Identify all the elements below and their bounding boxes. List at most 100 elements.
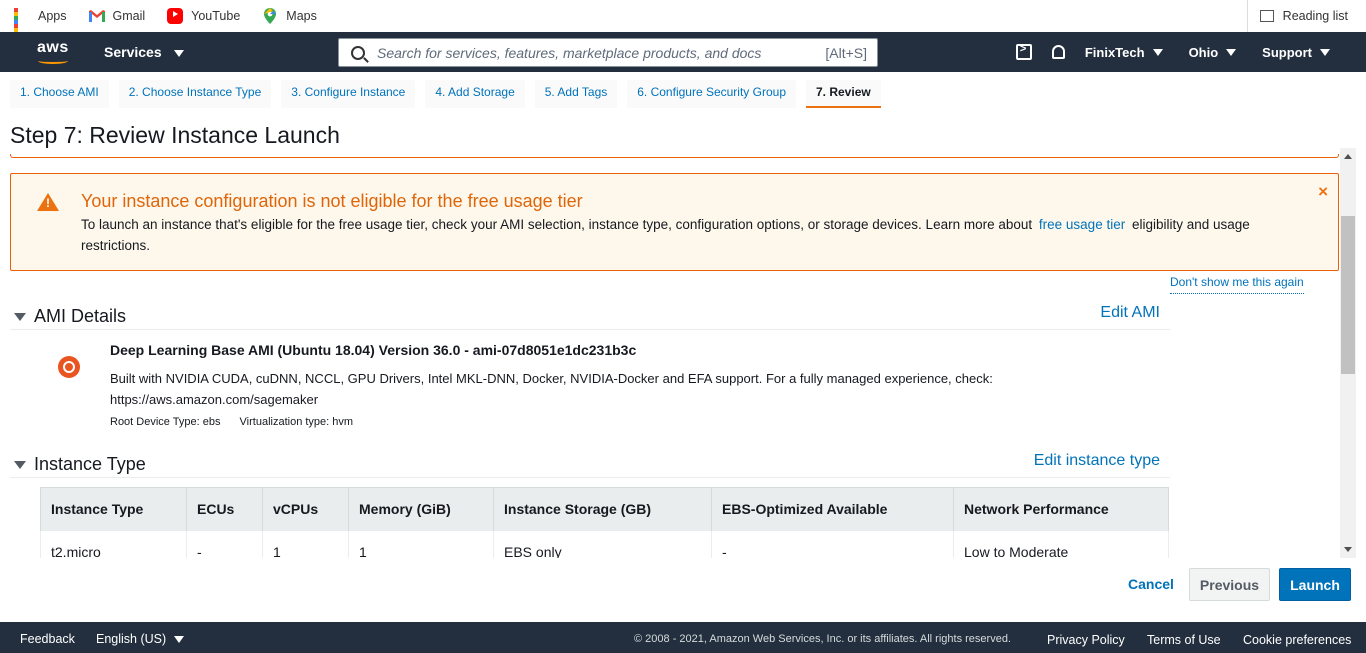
aws-logo[interactable]: aws	[37, 39, 69, 57]
copyright-text: © 2008 - 2021, Amazon Web Services, Inc.…	[634, 633, 1011, 645]
tab-add-tags[interactable]: 5. Add Tags	[534, 80, 618, 108]
language-selector[interactable]: English (US)	[96, 632, 185, 646]
region-menu[interactable]: Ohio	[1189, 45, 1237, 60]
tab-configure-security-group[interactable]: 6. Configure Security Group	[627, 80, 796, 108]
alert-title: Your instance configuration is not eligi…	[81, 191, 583, 211]
support-menu[interactable]: Support	[1262, 45, 1330, 60]
header-right: FinixTech Ohio Support	[1015, 32, 1366, 72]
caret-down-icon	[174, 635, 185, 643]
bookmark-apps[interactable]: Apps	[14, 8, 67, 44]
action-bar: Cancel Previous Launch	[0, 558, 1366, 622]
bookmark-label: YouTube	[191, 9, 241, 23]
apps-grid-icon	[14, 8, 30, 44]
scroll-down-arrow-icon[interactable]	[1344, 547, 1352, 552]
section-title: AMI Details	[34, 306, 127, 326]
ami-meta: Root Device Type: ebs Virtualization typ…	[110, 416, 369, 428]
cancel-button[interactable]: Cancel	[1122, 575, 1180, 593]
column-header: Memory (GiB)	[348, 487, 494, 531]
launch-button[interactable]: Launch	[1279, 568, 1351, 601]
instance-type-table: Instance Type ECUs vCPUs Memory (GiB) In…	[40, 487, 1169, 558]
search-input[interactable]	[377, 44, 807, 61]
bookmark-label: Gmail	[112, 9, 146, 23]
page-title: Step 7: Review Instance Launch	[10, 122, 340, 148]
collapse-triangle-icon[interactable]	[14, 313, 26, 321]
caret-down-icon	[173, 50, 184, 57]
aws-header: aws Services [Alt+S] FinixTech Ohio Supp…	[0, 32, 1366, 72]
caret-down-icon	[1152, 48, 1163, 56]
ami-name: Deep Learning Base AMI (Ubuntu 18.04) Ve…	[110, 342, 637, 358]
instance-type-header[interactable]: Instance Type Edit instance type	[10, 452, 1170, 478]
edit-ami-link[interactable]: Edit AMI	[1100, 304, 1160, 322]
cloudshell-icon[interactable]	[1015, 43, 1032, 60]
footer: Feedback English (US) © 2008 - 2021, Ama…	[0, 622, 1366, 653]
search-shortcut: [Alt+S]	[825, 44, 867, 61]
scrollbar-thumb[interactable]	[1341, 216, 1355, 374]
edit-instance-type-link[interactable]: Edit instance type	[1034, 452, 1160, 470]
services-label: Services	[104, 44, 162, 60]
table-cell: t2.micro	[40, 530, 187, 558]
previous-button[interactable]: Previous	[1189, 568, 1270, 601]
feedback-link[interactable]: Feedback	[20, 632, 75, 646]
column-header: vCPUs	[262, 487, 349, 531]
bookmark-label: Maps	[286, 9, 317, 23]
table-cell: 1	[348, 530, 494, 558]
table-cell: EBS only	[493, 530, 712, 558]
table-cell: -	[186, 530, 263, 558]
bell-icon[interactable]	[1051, 45, 1065, 59]
maps-icon	[264, 8, 277, 24]
column-header: Instance Type	[40, 487, 187, 531]
tab-add-storage[interactable]: 4. Add Storage	[425, 80, 525, 108]
reading-list-button[interactable]: Reading list	[1246, 0, 1348, 32]
account-menu[interactable]: FinixTech	[1085, 45, 1163, 60]
column-header: ECUs	[186, 487, 263, 531]
alert-text: To launch an instance that's eligible fo…	[81, 214, 1311, 256]
region-label: Ohio	[1188, 44, 1219, 60]
root-device-type: Root Device Type: ebs	[110, 416, 221, 428]
account-label: FinixTech	[1084, 44, 1145, 60]
close-icon[interactable]: ×	[1318, 182, 1328, 202]
virtualization-type: Virtualization type: hvm	[239, 416, 354, 428]
bookmark-youtube[interactable]: YouTube	[167, 8, 240, 24]
bookmarks-bar: Apps Gmail YouTube Maps Reading list	[0, 0, 1366, 44]
search-icon	[351, 45, 365, 60]
ami-details-header[interactable]: AMI Details Edit AMI	[10, 304, 1170, 330]
reading-list-icon	[1259, 10, 1274, 22]
bookmark-maps[interactable]: Maps	[262, 8, 317, 24]
youtube-icon	[167, 8, 184, 24]
tab-review[interactable]: 7. Review	[806, 80, 881, 108]
column-header: Network Performance	[953, 487, 1169, 531]
table-cell: Low to Moderate	[953, 530, 1169, 558]
terms-of-use-link[interactable]: Terms of Use	[1147, 633, 1221, 647]
free-usage-tier-link[interactable]: free usage tier	[1039, 217, 1125, 232]
tab-choose-ami[interactable]: 1. Choose AMI	[10, 80, 109, 108]
table-cell: -	[711, 530, 954, 558]
privacy-policy-link[interactable]: Privacy Policy	[1047, 633, 1125, 647]
table-cell: 1	[262, 530, 349, 558]
review-content: Your instance configuration is not eligi…	[0, 154, 1343, 558]
tab-configure-instance[interactable]: 3. Configure Instance	[281, 80, 416, 108]
language-label: English (US)	[96, 632, 167, 646]
aws-smile-icon	[38, 58, 68, 64]
previous-panel-edge	[10, 154, 1339, 158]
search-box[interactable]: [Alt+S]	[338, 38, 878, 67]
tab-choose-instance-type[interactable]: 2. Choose Instance Type	[118, 80, 272, 108]
dont-show-again-link[interactable]: Don't show me this again	[1170, 275, 1304, 294]
cookie-preferences-link[interactable]: Cookie preferences	[1243, 633, 1351, 647]
wizard-tabs: 1. Choose AMI 2. Choose Instance Type 3.…	[10, 80, 891, 108]
section-title: Instance Type	[34, 454, 146, 474]
alert-text-before: To launch an instance that's eligible fo…	[81, 217, 1033, 232]
bookmark-label: Apps	[38, 9, 67, 23]
support-label: Support	[1262, 44, 1312, 60]
services-menu[interactable]: Services	[104, 44, 184, 60]
table-row: t2.micro - 1 1 EBS only - Low to Moderat…	[40, 530, 1169, 558]
collapse-triangle-icon[interactable]	[14, 461, 26, 469]
ubuntu-icon	[58, 356, 80, 378]
table-header-row: Instance Type ECUs vCPUs Memory (GiB) In…	[40, 487, 1169, 531]
warning-icon	[37, 193, 59, 211]
scroll-up-arrow-icon[interactable]	[1344, 154, 1352, 159]
gmail-icon	[88, 10, 105, 22]
bookmark-gmail[interactable]: Gmail	[88, 8, 146, 24]
scrollbar[interactable]	[1340, 148, 1356, 558]
free-tier-alert: Your instance configuration is not eligi…	[10, 173, 1339, 271]
column-header: EBS-Optimized Available	[711, 487, 954, 531]
